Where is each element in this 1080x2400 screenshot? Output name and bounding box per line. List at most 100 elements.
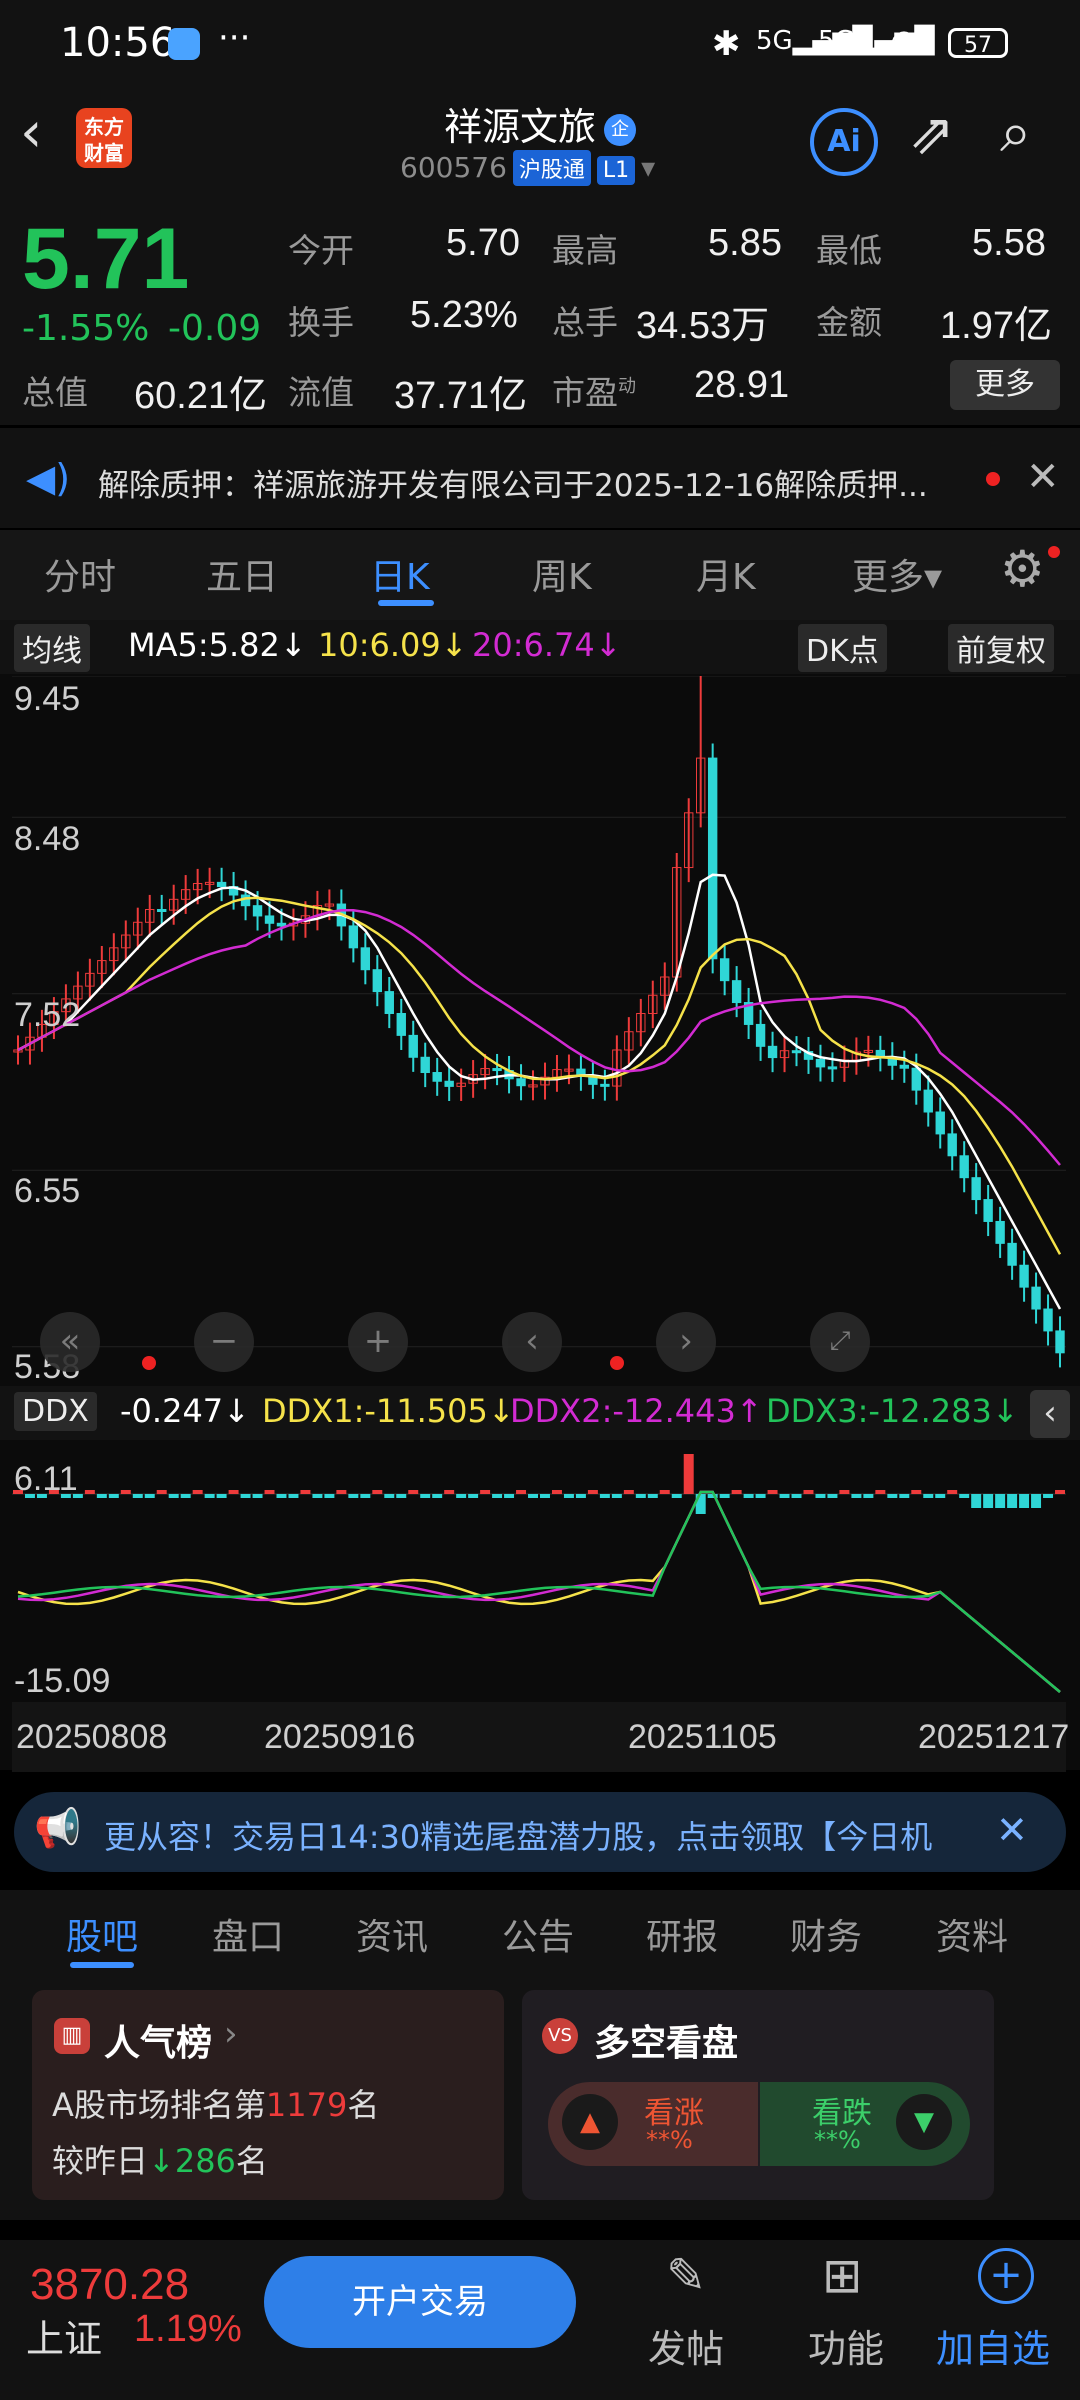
ddx-bar [396,1494,407,1498]
event-dot [142,1356,156,1370]
ddx-bar [108,1494,119,1498]
tab-daily-k[interactable]: 日K [370,548,430,600]
ddx-selector[interactable]: DDX [14,1392,97,1431]
kline-chart[interactable] [12,676,1066,1382]
post-icon[interactable]: ✎ [666,2248,706,2304]
ddx-bar [815,1494,826,1498]
tab-news[interactable]: 资讯 [356,1908,428,1960]
ai-button[interactable]: Ai [810,108,878,176]
ddx-bar [839,1490,850,1494]
candle-body [1043,1308,1053,1332]
candle-body [707,757,718,960]
ddx-bar [731,1490,742,1494]
enterprise-badge-icon: 企 [604,113,636,146]
ddx-bar [492,1494,503,1498]
tab-more[interactable]: 更多▾ [852,548,942,600]
ddx-bar [420,1494,431,1498]
tab-forum[interactable]: 股吧 [66,1908,138,1960]
index-value[interactable]: 3870.28 [30,2260,189,2310]
fullscreen-icon[interactable]: ⤢ [810,1312,870,1372]
ma20-label: 20:6.74↓ [472,626,622,664]
tab-finance[interactable]: 财务 [790,1908,862,1960]
next-icon[interactable]: › [656,1312,716,1372]
index-name[interactable]: 上证 [26,2308,102,2363]
ddx-bar [671,1494,682,1498]
ddx-bar [1019,1494,1030,1508]
prev-icon[interactable]: ‹ [502,1312,562,1372]
candle-body [408,1034,418,1058]
tab-profile[interactable]: 资料 [936,1908,1008,1960]
tab-weekly-k[interactable]: 周K [532,548,592,600]
notice-text[interactable]: 解除质押：祥源旅游开发有限公司于2025-12-16解除质押... [98,460,978,505]
add-watchlist-button[interactable]: 加自选 [936,2318,1050,2373]
close-icon[interactable]: ✕ [1026,454,1060,500]
dk-point-button[interactable]: DK点 [798,624,887,672]
more-button[interactable]: 更多 [950,360,1060,410]
candle-body [899,1064,909,1069]
candle-body [755,1023,766,1047]
rank-change-line: 较昨日↓286名 [52,2142,268,2180]
open-value: 5.70 [446,222,520,264]
promo-text[interactable]: 更从容！交易日14:30精选尾盘潜力股，点击领取【今日机 [104,1812,984,1858]
functions-button[interactable]: 功能 [808,2318,884,2373]
share-icon[interactable]: ⇗ [908,102,955,167]
ddx-bar [468,1494,479,1498]
adjust-button[interactable]: 前复权 [948,624,1054,672]
ddx-bar [551,1490,562,1494]
dropdown-icon[interactable]: ▾ [641,151,655,184]
notice-dot [986,472,1000,486]
tab-order-book[interactable]: 盘口 [212,1908,284,1960]
add-watchlist-icon[interactable]: + [978,2248,1034,2304]
ddx-bar [599,1494,610,1498]
candle-body [1019,1264,1029,1288]
tab-announcements[interactable]: 公告 [502,1908,574,1960]
zoom-in-icon[interactable]: + [348,1312,408,1372]
tab-five-day[interactable]: 五日 [206,548,278,600]
ddx-bar [324,1494,335,1498]
date-axis [12,1702,1066,1772]
ddx-bar [516,1490,527,1494]
tab-monthly-k[interactable]: 月K [696,548,756,600]
collapse-icon[interactable]: ‹ [1030,1390,1070,1438]
bluetooth-icon: ✱ [712,24,741,64]
candle-body [252,905,263,917]
date-label: 20250808 [16,1718,168,1756]
ddx-bar [563,1494,574,1498]
rank-change-value: 286 [174,2142,236,2180]
index-change[interactable]: 1.19% [134,2308,242,2351]
ddx-bar [276,1494,287,1498]
candle-body [432,1072,442,1082]
ddx-bar [1055,1490,1065,1494]
candle-body [971,1177,981,1201]
kline-ma-lines [17,873,1062,1310]
ddx-bar [180,1494,191,1498]
settings-icon[interactable]: ⚙ [1000,540,1045,598]
ddx-bar [240,1494,251,1498]
ddx-bar [456,1494,467,1498]
ddx-bar [204,1494,215,1498]
sentiment-title: 多空看盘 [594,2023,739,2064]
change-pct: -1.55% [22,308,150,349]
ma-selector[interactable]: 均线 [14,624,90,672]
kline-axis-y2: 8.48 [14,820,81,858]
candle-body [216,881,227,888]
ddx-bar [827,1494,838,1498]
promo-close-icon[interactable]: ✕ [996,1808,1028,1852]
ddx-bar [336,1490,347,1494]
ddx-chart[interactable] [12,1442,1066,1702]
ddx-bar [144,1494,155,1498]
rewind-icon[interactable]: « [40,1312,100,1372]
bullish-value: **% [646,2126,693,2154]
open-account-trade-button[interactable]: 开户交易 [264,2256,576,2348]
search-icon[interactable]: ⌕ [1000,100,1031,166]
candle-body [995,1220,1005,1244]
tab-research[interactable]: 研报 [646,1908,718,1960]
functions-icon[interactable]: ⊞ [822,2248,862,2304]
post-button[interactable]: 发帖 [648,2318,724,2373]
ddx-bar [480,1490,491,1494]
tab-intraday[interactable]: 分时 [44,548,116,600]
rank-line: A股市场排名第1179名 [52,2086,380,2124]
ddx-bar [1031,1494,1042,1508]
zoom-out-icon[interactable]: − [194,1312,254,1372]
ddx-bar [408,1490,419,1494]
